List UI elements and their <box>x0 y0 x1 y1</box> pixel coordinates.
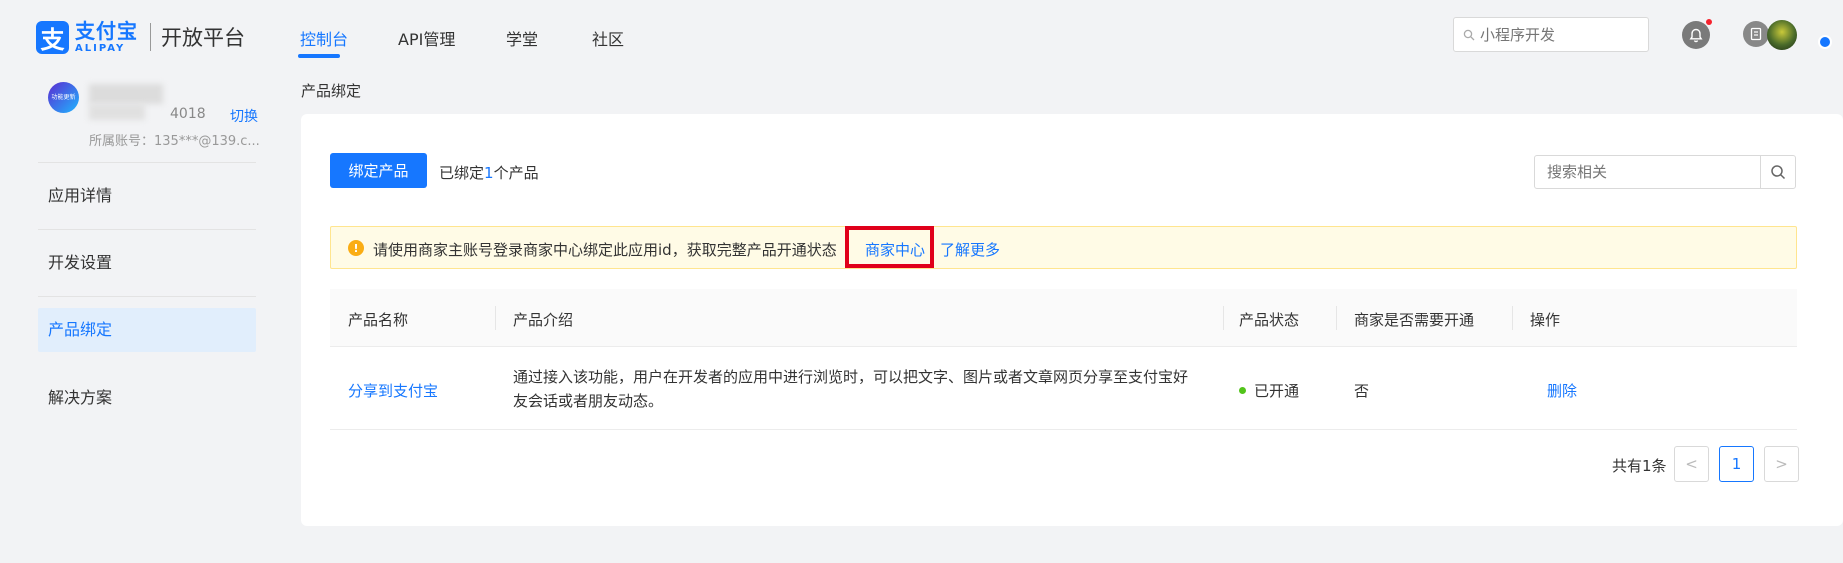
sidebar-item-dev-settings[interactable]: 开发设置 <box>38 241 256 285</box>
logo-text: 支付宝 ALIPAY <box>75 21 138 54</box>
avatar-badge-icon <box>1818 35 1832 49</box>
sidebar-item-solutions[interactable]: 解决方案 <box>38 376 256 420</box>
sidebar-divider <box>38 229 256 230</box>
th-product-status: 产品状态 <box>1239 311 1300 329</box>
nav-console[interactable]: 控制台 <box>300 26 348 50</box>
status-dot <box>1239 387 1246 394</box>
delete-link[interactable]: 删除 <box>1547 380 1577 401</box>
search-icon <box>1771 165 1786 180</box>
nav-community[interactable]: 社区 <box>592 26 624 50</box>
alipay-logo[interactable]: 支 支付宝 ALIPAY 开放平台 <box>36 19 245 55</box>
account-panel: 功能更新 4018 切换 所属账号：135***@139.c... <box>48 82 260 152</box>
notification-dot <box>1706 19 1712 25</box>
table-row: 分享到支付宝 通过接入该功能，用户在开发者的应用中进行浏览时，可以把文字、图片或… <box>330 347 1797 430</box>
th-product-name: 产品名称 <box>348 311 409 329</box>
total-count: 共有1条 <box>1612 457 1667 475</box>
product-name-link[interactable]: 分享到支付宝 <box>348 380 438 401</box>
breadcrumb: 产品绑定 <box>301 82 362 100</box>
top-search-input[interactable] <box>1480 25 1630 44</box>
app-avatar: 功能更新 <box>48 82 79 113</box>
sidebar-item-app-details[interactable]: 应用详情 <box>38 174 256 218</box>
highlight-box <box>845 226 934 268</box>
notice-alert: ! 请使用商家主账号登录商家中心绑定此应用id，获取完整产品开通状态 商家中心 … <box>330 226 1797 269</box>
search-icon <box>1463 29 1475 40</box>
document-icon[interactable] <box>1743 21 1769 47</box>
account-id: 4018 <box>170 106 206 122</box>
logo-en: ALIPAY <box>75 42 126 54</box>
alert-text: 请使用商家主账号登录商家中心绑定此应用id，获取完整产品开通状态 <box>373 241 837 259</box>
top-navigation: 支 支付宝 ALIPAY 开放平台 控制台 API管理 学堂 社区 <box>0 0 1843 62</box>
account-owner: 所属账号：135***@139.c... <box>89 134 260 149</box>
bound-suffix: 个产品 <box>493 164 539 182</box>
account-name-redacted <box>89 84 163 104</box>
switch-account-link[interactable]: 切换 <box>230 106 258 126</box>
page-1-button[interactable]: 1 <box>1719 446 1754 482</box>
product-search-box[interactable] <box>1534 155 1796 189</box>
th-separator <box>1512 306 1513 330</box>
bound-product-count: 已绑定1个产品 <box>439 162 539 183</box>
account-id-redacted <box>89 104 145 120</box>
logo-cn: 支付宝 <box>75 18 138 43</box>
nav-academy[interactable]: 学堂 <box>506 26 538 50</box>
bind-product-button[interactable]: 绑定产品 <box>330 153 427 188</box>
alipay-logo-icon: 支 <box>36 20 69 54</box>
need-open-value: 否 <box>1354 382 1370 400</box>
status-text: 已开通 <box>1254 382 1300 400</box>
table-header: 产品名称 产品介绍 产品状态 商家是否需要开通 操作 <box>330 289 1797 347</box>
notification-bell-icon[interactable] <box>1682 21 1710 49</box>
next-page-button[interactable]: > <box>1764 446 1799 482</box>
user-avatar[interactable] <box>1767 20 1797 50</box>
nav-api-management[interactable]: API管理 <box>398 26 455 50</box>
warning-icon: ! <box>348 240 364 256</box>
th-separator <box>495 306 496 330</box>
platform-title: 开放平台 <box>161 26 245 50</box>
logo-divider <box>150 23 151 51</box>
th-actions: 操作 <box>1530 311 1561 329</box>
sidebar-divider <box>38 296 256 297</box>
learn-more-link[interactable]: 了解更多 <box>940 239 1000 260</box>
th-need-open: 商家是否需要开通 <box>1354 311 1475 329</box>
product-search-input[interactable] <box>1535 156 1760 188</box>
search-button[interactable] <box>1760 156 1795 188</box>
prev-page-button[interactable]: < <box>1674 446 1709 482</box>
product-status: 已开通 <box>1239 380 1299 401</box>
sidebar-item-product-binding[interactable]: 产品绑定 <box>38 308 256 352</box>
th-separator <box>1223 306 1224 330</box>
bound-count: 1 <box>484 164 494 182</box>
active-nav-indicator <box>298 54 340 58</box>
th-product-intro: 产品介绍 <box>513 311 574 329</box>
product-description: 通过接入该功能，用户在开发者的应用中进行浏览时，可以把文字、图片或者文章网页分享… <box>513 368 1189 410</box>
bound-prefix: 已绑定 <box>439 164 485 182</box>
top-search-box[interactable] <box>1453 17 1649 52</box>
sidebar-divider <box>38 162 256 163</box>
th-separator <box>1336 306 1337 330</box>
